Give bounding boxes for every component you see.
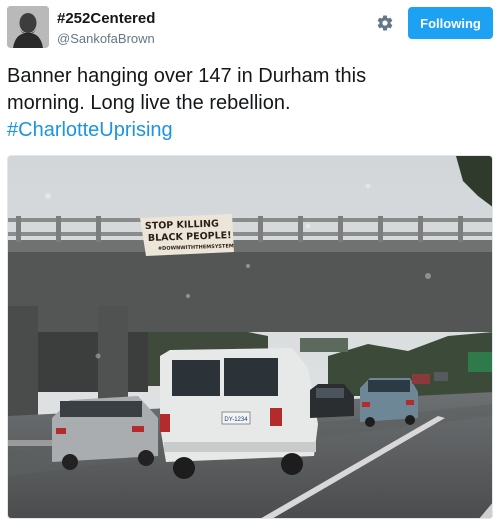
settings-button[interactable]	[374, 12, 396, 34]
tweet-text-line-2: morning. Long live the rebellion.	[7, 92, 291, 114]
tweet-card: #252Centered @SankofaBrown Following Ban…	[0, 0, 500, 527]
user-handle[interactable]: @SankofaBrown	[57, 31, 155, 46]
license-plate: DY-1234	[224, 417, 248, 423]
tweet-text-line-1: Banner hanging over 147 in Durham this	[7, 65, 367, 87]
sedan-car	[52, 396, 158, 470]
person-avatar-icon	[7, 6, 49, 48]
tweet-photo[interactable]: STOP KILLING BLACK PEOPLE! #DOWNWITHTHEM…	[7, 155, 493, 519]
following-button[interactable]: Following	[408, 7, 493, 39]
highway-photo: STOP KILLING BLACK PEOPLE! #DOWNWITHTHEM…	[8, 156, 492, 518]
blue-sedan	[360, 378, 418, 427]
hashtag-link[interactable]: #CharlotteUprising	[7, 117, 487, 144]
avatar[interactable]	[7, 6, 49, 48]
dark-car	[310, 384, 354, 418]
display-name[interactable]: #252Centered	[57, 10, 155, 27]
gear-icon	[377, 15, 393, 31]
protest-banner: STOP KILLING BLACK PEOPLE! #DOWNWITHTHEM…	[140, 214, 234, 256]
tweet-text: Banner hanging over 147 in Durham this m…	[7, 63, 487, 144]
